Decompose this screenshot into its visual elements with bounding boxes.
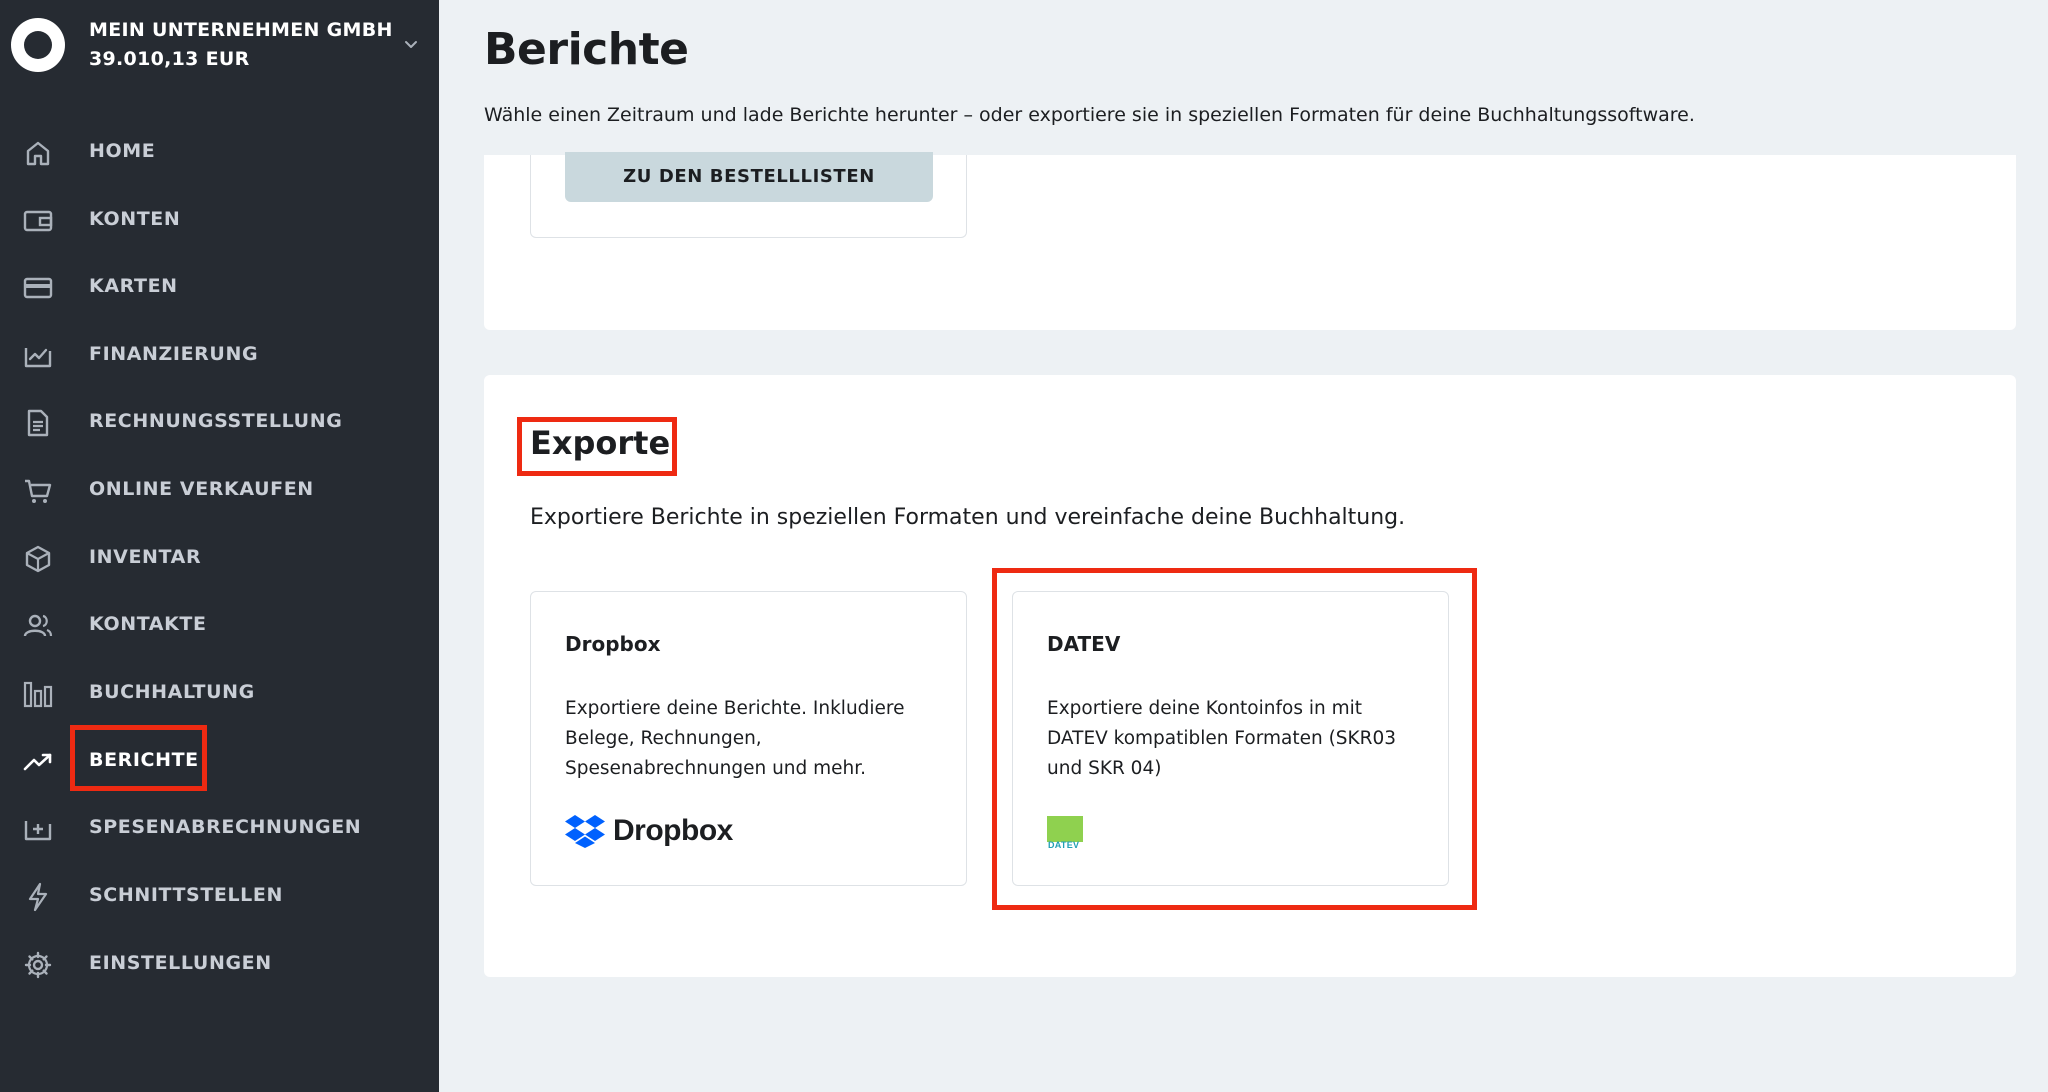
sidebar-item-label: HOME	[89, 140, 156, 162]
document-icon	[27, 409, 49, 437]
highlight-box	[517, 417, 677, 476]
company-name: MEIN UNTERNEHMEN GMBH	[89, 19, 393, 41]
order-lists-button[interactable]: ZU DEN BESTELLLISTEN	[565, 152, 933, 202]
sidebar-item-label: RECHNUNGSSTELLUNG	[89, 410, 343, 432]
sidebar-item-berichte[interactable]: BERICHTE	[0, 733, 439, 789]
cart-icon	[25, 479, 52, 503]
expense-icon	[24, 821, 52, 841]
page-title: Berichte	[484, 24, 689, 75]
trend-up-icon	[23, 753, 52, 771]
box-icon	[25, 545, 51, 573]
sidebar-item-label: SPESENABRECHNUNGEN	[89, 816, 362, 838]
sidebar-item-label: SCHNITTSTELLEN	[89, 884, 283, 906]
company-logo	[11, 18, 65, 72]
sidebar-item-label: EINSTELLUNGEN	[89, 952, 272, 974]
sidebar-item-schnittstellen[interactable]: SCHNITTSTELLEN	[0, 868, 439, 924]
sidebar-item-konten[interactable]: KONTEN	[0, 192, 439, 248]
sidebar-item-home[interactable]: HOME	[0, 124, 439, 180]
sidebar-item-spesenabrechnungen[interactable]: SPESENABRECHNUNGEN	[0, 800, 439, 856]
sidebar-item-label: ONLINE VERKAUFEN	[89, 478, 314, 500]
bar-chart-icon	[23, 681, 53, 708]
dropbox-icon	[565, 815, 605, 848]
sidebar-item-label: INVENTAR	[89, 546, 202, 568]
dropbox-wordmark: Dropbox	[613, 814, 733, 847]
sidebar-item-label: KONTAKTE	[89, 613, 207, 635]
highlight-box	[992, 568, 1477, 910]
wallet-icon	[23, 210, 53, 232]
chevron-down-icon[interactable]	[401, 34, 421, 54]
sidebar-item-inventar[interactable]: INVENTAR	[0, 530, 439, 586]
highlight-box	[70, 725, 207, 791]
sidebar-item-finanzierung[interactable]: FINANZIERUNG	[0, 327, 439, 383]
sidebar-item-label: BUCHHALTUNG	[89, 681, 255, 703]
lightning-icon	[28, 882, 48, 912]
card-title: Dropbox	[565, 632, 661, 656]
sidebar-item-einstellungen[interactable]: EINSTELLUNGEN	[0, 936, 439, 992]
sidebar-item-rechnungsstellung[interactable]: RECHNUNGSSTELLUNG	[0, 394, 439, 450]
card-description: Exportiere deine Berichte. Inkludiere Be…	[565, 698, 905, 779]
sidebar-item-kontakte[interactable]: KONTAKTE	[0, 597, 439, 653]
sidebar-item-karten[interactable]: KARTEN	[0, 259, 439, 315]
dropbox-export-card[interactable]: Dropbox Exportiere deine Berichte. Inklu…	[530, 591, 967, 886]
contacts-icon	[23, 614, 53, 637]
company-balance: 39.010,13 EUR	[89, 48, 250, 70]
sidebar: MEIN UNTERNEHMEN GMBH 39.010,13 EUR HOME…	[0, 0, 439, 1092]
exports-description: Exportiere Berichte in speziellen Format…	[530, 505, 1406, 530]
sidebar-item-label: KARTEN	[89, 275, 178, 297]
gear-icon	[24, 951, 52, 979]
home-icon	[26, 141, 50, 166]
financing-icon	[24, 348, 52, 368]
sidebar-item-online-verkaufen[interactable]: ONLINE VERKAUFEN	[0, 462, 439, 518]
sidebar-item-buchhaltung[interactable]: BUCHHALTUNG	[0, 665, 439, 721]
page-subtitle: Wähle einen Zeitraum und lade Berichte h…	[484, 104, 1695, 126]
sidebar-item-label: KONTEN	[89, 208, 181, 230]
sidebar-item-label: FINANZIERUNG	[89, 343, 259, 365]
dropbox-logo: Dropbox	[565, 814, 733, 848]
company-switcher[interactable]: MEIN UNTERNEHMEN GMBH 39.010,13 EUR	[0, 0, 439, 96]
card-icon	[23, 277, 53, 299]
